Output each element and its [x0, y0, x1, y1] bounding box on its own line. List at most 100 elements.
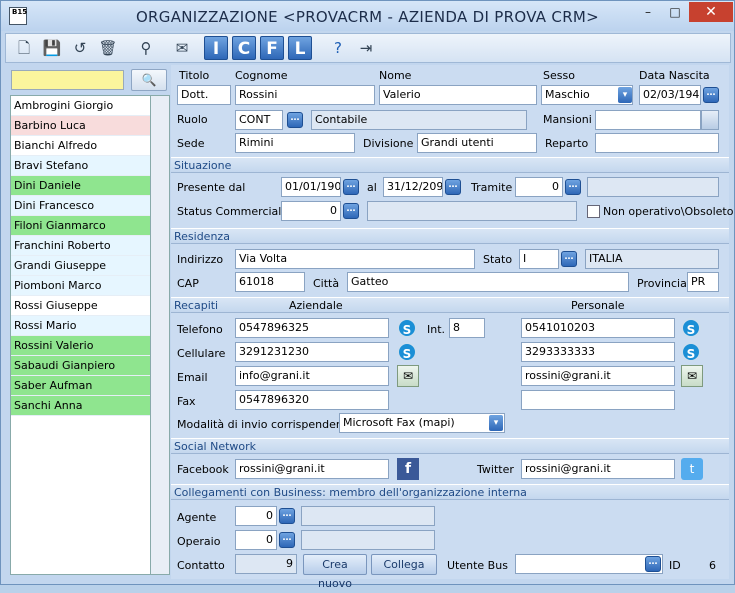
- cognome-field[interactable]: Rossini: [235, 85, 375, 105]
- list-item[interactable]: Grandi Giuseppe: [11, 256, 150, 276]
- chevron-down-icon[interactable]: ▾: [618, 87, 632, 103]
- list-item[interactable]: Saber Aufman: [11, 376, 150, 396]
- id-value: 6: [709, 559, 716, 572]
- undo-icon[interactable]: ↺: [68, 36, 92, 60]
- list-item[interactable]: Piomboni Marco: [11, 276, 150, 296]
- telefono-personale-field[interactable]: 0541010203: [521, 318, 675, 338]
- modalita-select[interactable]: Microsoft Fax (mapi): [339, 413, 505, 433]
- status-lookup-button[interactable]: …: [343, 203, 359, 219]
- divisione-field[interactable]: Grandi utenti: [417, 133, 537, 153]
- label-id: ID: [669, 559, 681, 572]
- operaio-field[interactable]: 0: [235, 530, 277, 550]
- interno-field[interactable]: 8: [449, 318, 485, 338]
- toolbar-button-l[interactable]: L: [288, 36, 312, 60]
- skype-icon[interactable]: S: [681, 342, 701, 362]
- crea-nuovo-button[interactable]: Crea nuovo: [303, 554, 367, 590]
- stato-field[interactable]: I: [519, 249, 559, 269]
- exit-icon[interactable]: ⇥: [354, 36, 378, 60]
- title-bar: B15 ORGANIZZAZIONE <PROVACRM - AZIENDA D…: [1, 1, 734, 31]
- stato-lookup-button[interactable]: …: [561, 251, 577, 267]
- list-item[interactable]: Bianchi Alfredo: [11, 136, 150, 156]
- presente-dal-field[interactable]: 01/01/1900: [281, 177, 341, 197]
- tramite-field[interactable]: 0: [515, 177, 563, 197]
- list-scrollbar[interactable]: [151, 95, 170, 575]
- label-sesso: Sesso: [543, 69, 575, 82]
- collega-button[interactable]: Collega: [371, 554, 437, 575]
- al-field[interactable]: 31/12/2099: [383, 177, 443, 197]
- date-picker-button[interactable]: …: [703, 87, 719, 103]
- delete-icon[interactable]: 🗑: [96, 36, 120, 60]
- list-item[interactable]: Rossini Valerio: [11, 336, 150, 356]
- send-mail-icon[interactable]: ✉: [681, 365, 703, 387]
- cellulare-aziendale-field[interactable]: 3291231230: [235, 342, 389, 362]
- titolo-field[interactable]: Dott.: [177, 85, 231, 105]
- utente-bus-field[interactable]: [515, 554, 663, 574]
- mansioni-spinner[interactable]: [701, 110, 719, 130]
- nome-field[interactable]: Valerio: [379, 85, 537, 105]
- facebook-field[interactable]: rossini@grani.it: [235, 459, 389, 479]
- status-field[interactable]: 0: [281, 201, 341, 221]
- chevron-down-icon[interactable]: ▾: [489, 415, 503, 431]
- search-input[interactable]: [11, 70, 124, 90]
- new-document-icon[interactable]: 🗋: [12, 36, 36, 60]
- list-item[interactable]: Rossi Giuseppe: [11, 296, 150, 316]
- citta-field[interactable]: Gatteo: [347, 272, 629, 292]
- facebook-icon[interactable]: f: [397, 458, 419, 480]
- label-contatto: Contatto: [177, 559, 225, 572]
- label-personale: Personale: [571, 299, 625, 312]
- ruolo-field[interactable]: CONT: [235, 110, 283, 130]
- email-aziendale-field[interactable]: info@grani.it: [235, 366, 389, 386]
- presente-dal-picker[interactable]: …: [343, 179, 359, 195]
- toolbar-button-i[interactable]: I: [204, 36, 228, 60]
- close-button[interactable]: ✕: [689, 2, 733, 22]
- indirizzo-field[interactable]: Via Volta: [235, 249, 475, 269]
- skype-icon[interactable]: S: [397, 318, 417, 338]
- twitter-field[interactable]: rossini@grani.it: [521, 459, 675, 479]
- list-item[interactable]: Sanchi Anna: [11, 396, 150, 416]
- help-icon[interactable]: ?: [326, 36, 350, 60]
- list-item[interactable]: Barbino Luca: [11, 116, 150, 136]
- label-non-operativo: Non operativo\Obsoleto: [603, 205, 734, 218]
- mail-user-icon[interactable]: ✉: [170, 36, 194, 60]
- fax-personale-field[interactable]: [521, 390, 675, 410]
- contatto-field: 9: [235, 554, 297, 574]
- list-item[interactable]: Bravi Stefano: [11, 156, 150, 176]
- binoculars-icon[interactable]: ⚲: [134, 36, 158, 60]
- send-mail-icon[interactable]: ✉: [397, 365, 419, 387]
- data-nascita-field[interactable]: 02/03/1940: [639, 85, 701, 105]
- toolbar-button-c[interactable]: C: [232, 36, 256, 60]
- list-item[interactable]: Dini Francesco: [11, 196, 150, 216]
- al-picker[interactable]: …: [445, 179, 461, 195]
- twitter-icon[interactable]: t: [681, 458, 703, 480]
- cellulare-personale-field[interactable]: 3293333333: [521, 342, 675, 362]
- utente-bus-lookup-button[interactable]: …: [645, 556, 661, 572]
- list-item[interactable]: Franchini Roberto: [11, 236, 150, 256]
- list-item[interactable]: Rossi Mario: [11, 316, 150, 336]
- list-item[interactable]: Ambrogini Giorgio: [11, 96, 150, 116]
- list-item[interactable]: Filoni Gianmarco: [11, 216, 150, 236]
- mansioni-field[interactable]: [595, 110, 701, 130]
- skype-icon[interactable]: S: [397, 342, 417, 362]
- email-personale-field[interactable]: rossini@grani.it: [521, 366, 675, 386]
- agente-lookup-button[interactable]: …: [279, 508, 295, 524]
- toolbar-button-f[interactable]: F: [260, 36, 284, 60]
- tramite-lookup-button[interactable]: …: [565, 179, 581, 195]
- minimize-button[interactable]: –: [635, 2, 661, 22]
- provincia-field[interactable]: PR: [687, 272, 719, 292]
- agente-field[interactable]: 0: [235, 506, 277, 526]
- save-icon[interactable]: 💾: [40, 36, 64, 60]
- search-button[interactable]: 🔍: [131, 69, 167, 91]
- telefono-aziendale-field[interactable]: 0547896325: [235, 318, 389, 338]
- label-twitter: Twitter: [477, 463, 514, 476]
- operaio-lookup-button[interactable]: …: [279, 532, 295, 548]
- sede-field[interactable]: Rimini: [235, 133, 355, 153]
- list-item[interactable]: Sabaudi Gianpiero: [11, 356, 150, 376]
- maximize-button[interactable]: □: [662, 2, 688, 22]
- skype-icon[interactable]: S: [681, 318, 701, 338]
- reparto-field[interactable]: [595, 133, 719, 153]
- fax-aziendale-field[interactable]: 0547896320: [235, 390, 389, 410]
- ruolo-lookup-button[interactable]: …: [287, 112, 303, 128]
- cap-field[interactable]: 61018: [235, 272, 305, 292]
- list-item[interactable]: Dini Daniele: [11, 176, 150, 196]
- non-operativo-checkbox[interactable]: [587, 205, 600, 218]
